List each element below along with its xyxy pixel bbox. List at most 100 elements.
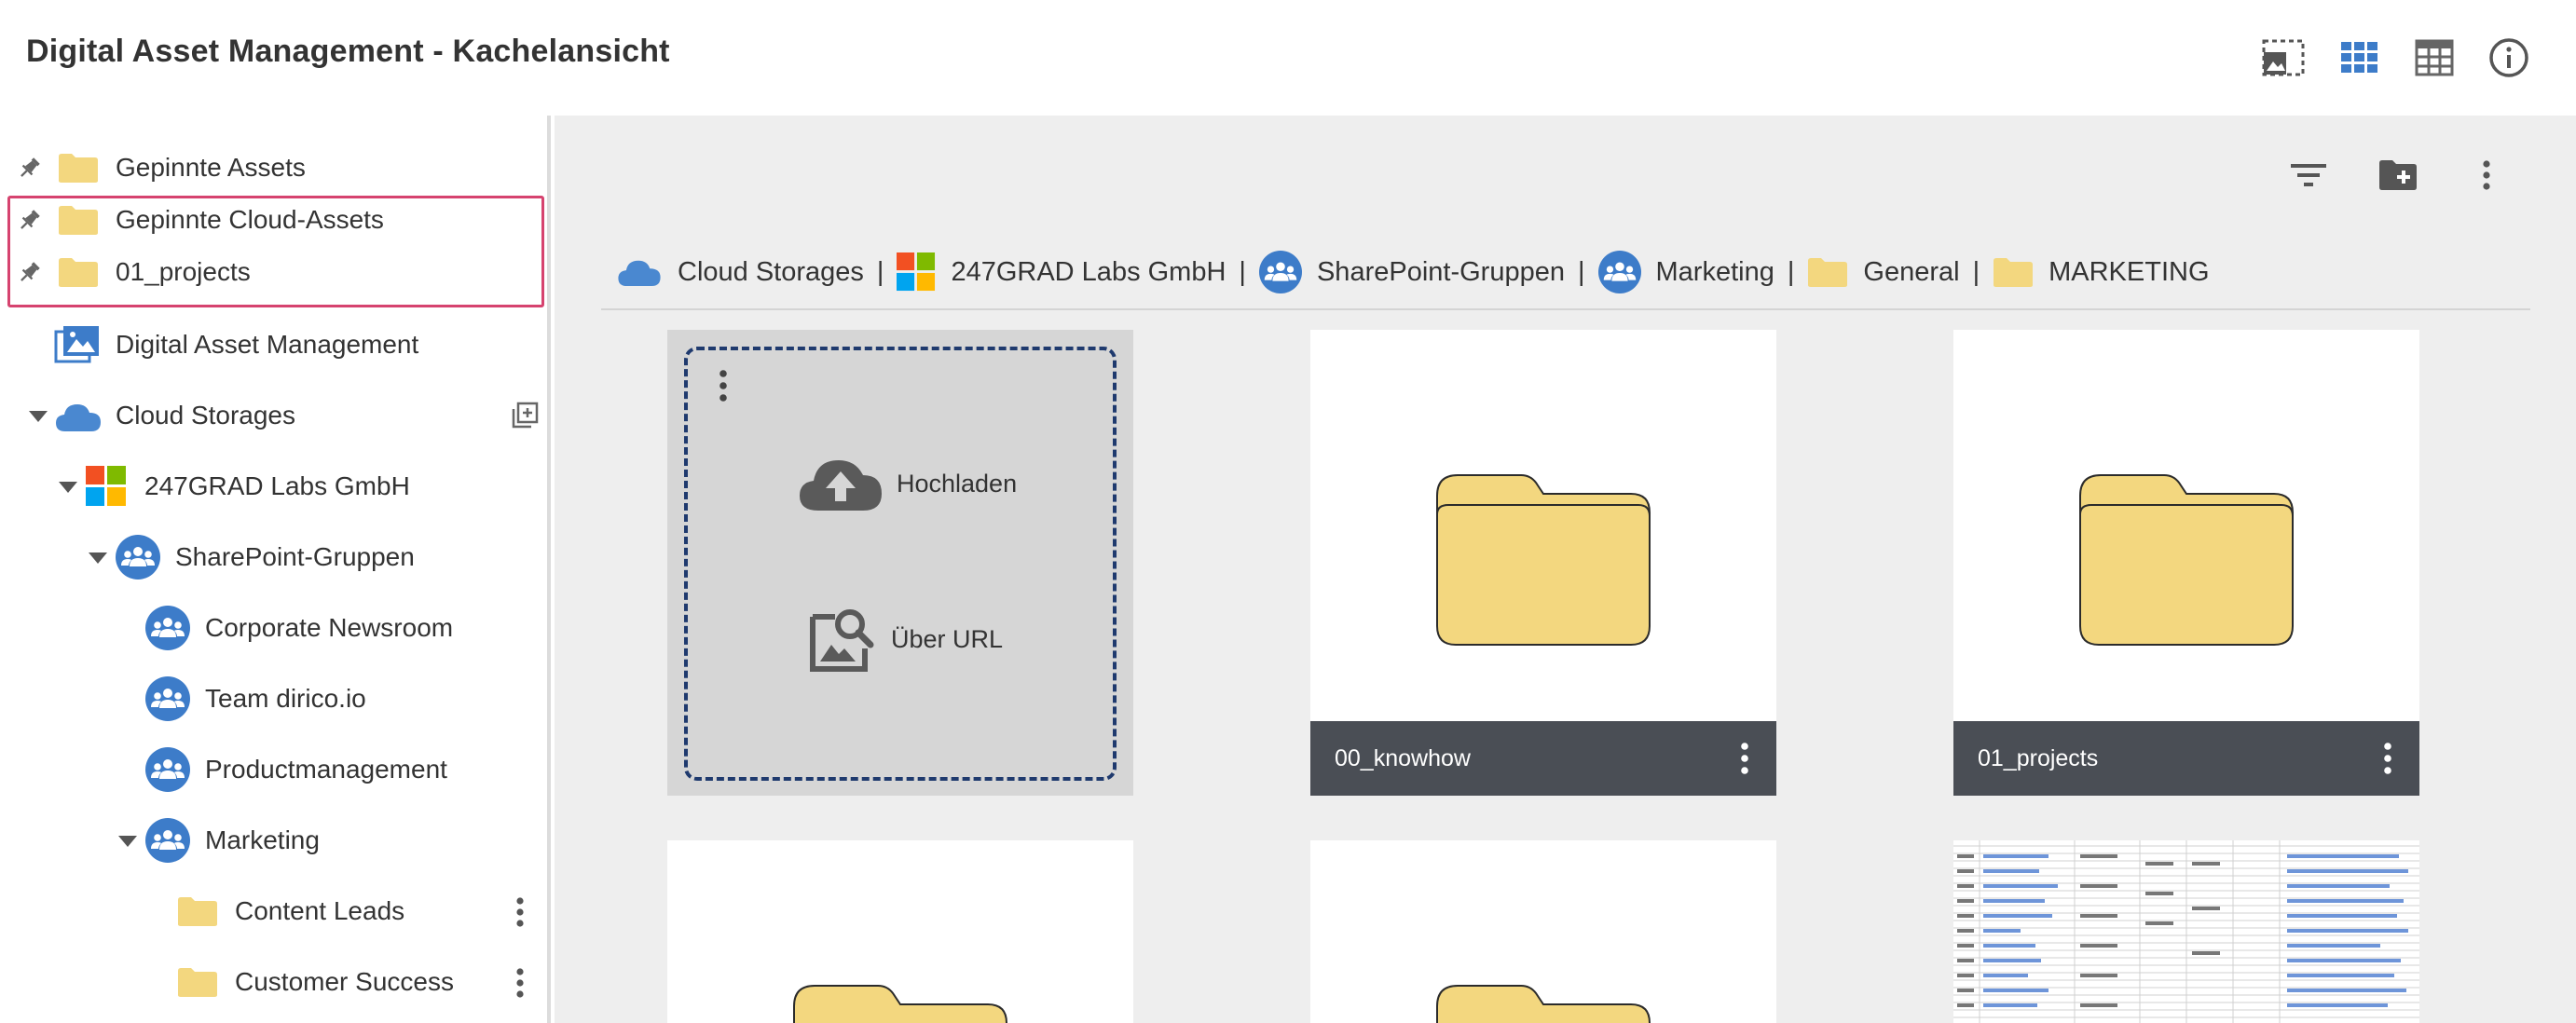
sidebar-item-group[interactable]: Productmanagement: [0, 743, 541, 796]
image-select-icon[interactable]: [2261, 35, 2306, 80]
breadcrumb-separator: |: [1577, 256, 1585, 287]
drop-zone[interactable]: [684, 347, 1117, 781]
folder-icon: [1994, 258, 2034, 287]
folder-icon: [2079, 474, 2294, 646]
sidebar-item-pinned-assets[interactable]: Gepinnte Assets: [0, 142, 541, 194]
folder-icon: [1436, 474, 1651, 646]
sidebar-item-label: Gepinnte Assets: [116, 153, 306, 182]
breadcrumb-item[interactable]: 247GRAD Labs GmbH: [897, 252, 1226, 292]
tile-footer: 00_knowhow: [1310, 721, 1776, 796]
upload-button[interactable]: Hochladen: [798, 455, 1017, 512]
pin-icon[interactable]: [17, 155, 43, 181]
sidebar-item-label: SharePoint-Gruppen: [175, 542, 415, 571]
sidebar-item-cloud-storages[interactable]: Cloud Storages: [0, 389, 541, 442]
group-icon: [145, 747, 190, 792]
sidebar-item-group[interactable]: Corporate Newsroom: [0, 602, 541, 654]
url-label: Über URL: [891, 624, 1004, 653]
breadcrumb-item[interactable]: Marketing: [1597, 251, 1774, 293]
url-upload-button[interactable]: Über URL: [807, 604, 1003, 675]
tile-view-icon[interactable]: [2337, 35, 2382, 80]
sidebar-item-dam[interactable]: Digital Asset Management: [0, 319, 541, 371]
tile-title: 00_knowhow: [1335, 744, 1471, 771]
upload-tile[interactable]: Hochladen Über URL: [667, 330, 1133, 796]
sidebar-item-marketing[interactable]: Marketing: [0, 814, 541, 866]
breadcrumb-label: General: [1863, 256, 1960, 287]
tile-title: 01_projects: [1978, 744, 2099, 771]
breadcrumb: Cloud Storages | 247GRAD Labs GmbH | Sha…: [616, 246, 2210, 298]
sidebar-item-folder[interactable]: Content Leads: [0, 885, 541, 937]
filter-icon[interactable]: [2282, 149, 2335, 201]
more-vert-icon[interactable]: [2460, 149, 2513, 201]
sidebar-item-label: Corporate Newsroom: [205, 613, 454, 642]
folder-tile[interactable]: 00_knowhow: [1310, 330, 1776, 796]
breadcrumb-item[interactable]: Cloud Storages: [616, 257, 864, 288]
highlight-box: [7, 196, 544, 307]
group-icon: [145, 818, 190, 863]
folder-icon: [793, 985, 1007, 1023]
new-folder-icon[interactable]: [2372, 149, 2424, 201]
group-icon: [145, 676, 190, 721]
cloud-icon: [618, 260, 661, 287]
group-icon: [145, 606, 190, 650]
breadcrumb-separator: |: [1239, 256, 1246, 287]
spreadsheet-thumbnail: [1953, 840, 2419, 1023]
microsoft-logo-icon: [86, 466, 126, 506]
app-header: Digital Asset Management - Kachelansicht: [0, 0, 2576, 116]
folder-tile[interactable]: [1310, 840, 1776, 1023]
sidebar-item-label: Team dirico.io: [205, 684, 366, 713]
group-icon: [116, 535, 160, 580]
folder-tile[interactable]: [667, 840, 1133, 1023]
breadcrumb-item[interactable]: SharePoint-Gruppen: [1258, 251, 1565, 293]
sidebar-item-label: Digital Asset Management: [116, 330, 419, 359]
folder-icon: [59, 154, 98, 183]
table-view-icon[interactable]: [2412, 35, 2457, 80]
upload-label: Hochladen: [897, 469, 1018, 498]
folder-tile[interactable]: 01_projects: [1953, 330, 2419, 796]
breadcrumb-label: MARKETING: [2048, 256, 2210, 287]
cloud-icon: [56, 404, 101, 431]
group-icon: [1597, 251, 1641, 293]
breadcrumb-divider: [601, 308, 2530, 310]
chevron-down-icon[interactable]: [88, 552, 108, 565]
more-vert-icon[interactable]: [2382, 742, 2393, 775]
page-title: Digital Asset Management - Kachelansicht: [26, 34, 670, 69]
chevron-down-icon[interactable]: [58, 481, 78, 494]
breadcrumb-separator: |: [1972, 256, 1980, 287]
image-search-icon: [810, 609, 874, 672]
breadcrumb-item[interactable]: General: [1807, 256, 1960, 288]
microsoft-logo-icon: [897, 252, 936, 292]
breadcrumb-item[interactable]: MARKETING: [1993, 256, 2210, 288]
breadcrumb-label: SharePoint-Gruppen: [1316, 256, 1565, 287]
breadcrumb-label: Marketing: [1655, 256, 1774, 287]
more-vert-icon[interactable]: [514, 967, 526, 999]
sidebar-item-label: Marketing: [205, 825, 320, 854]
tile-footer: 01_projects: [1953, 721, 2419, 796]
info-icon[interactable]: [2487, 35, 2531, 80]
breadcrumb-separator: |: [1787, 256, 1795, 287]
chevron-down-icon[interactable]: [28, 410, 48, 423]
sidebar-item-group[interactable]: Team dirico.io: [0, 673, 541, 725]
folder-icon: [178, 897, 217, 926]
more-vert-icon[interactable]: [1739, 742, 1750, 775]
more-vert-icon[interactable]: [514, 896, 526, 928]
sidebar-item-folder[interactable]: Customer Success: [0, 956, 541, 1008]
cloud-upload-icon: [800, 460, 882, 511]
sidebar: Gepinnte Assets Gepinnte Cloud-Assets 01…: [0, 116, 551, 1023]
folder-icon: [1436, 985, 1651, 1023]
sidebar-item-label: 247GRAD Labs GmbH: [144, 471, 410, 500]
add-storage-icon[interactable]: [511, 402, 539, 430]
spreadsheet-thumbnail-tile[interactable]: [1953, 840, 2419, 1023]
folder-icon: [178, 968, 217, 997]
chevron-down-icon[interactable]: [117, 835, 138, 848]
sidebar-item-company[interactable]: 247GRAD Labs GmbH: [0, 460, 541, 512]
breadcrumb-label: Cloud Storages: [678, 256, 864, 287]
sidebar-item-sharepoint-groups[interactable]: SharePoint-Gruppen: [0, 531, 541, 583]
folder-icon: [1808, 258, 1848, 287]
sidebar-item-label: Content Leads: [235, 896, 405, 925]
sidebar-item-label: Productmanagement: [205, 755, 447, 784]
sidebar-item-label: Cloud Storages: [116, 401, 296, 430]
more-vert-icon[interactable]: [718, 369, 729, 402]
group-icon: [1258, 251, 1302, 293]
breadcrumb-label: 247GRAD Labs GmbH: [951, 256, 1226, 287]
gallery-icon: [54, 326, 99, 363]
